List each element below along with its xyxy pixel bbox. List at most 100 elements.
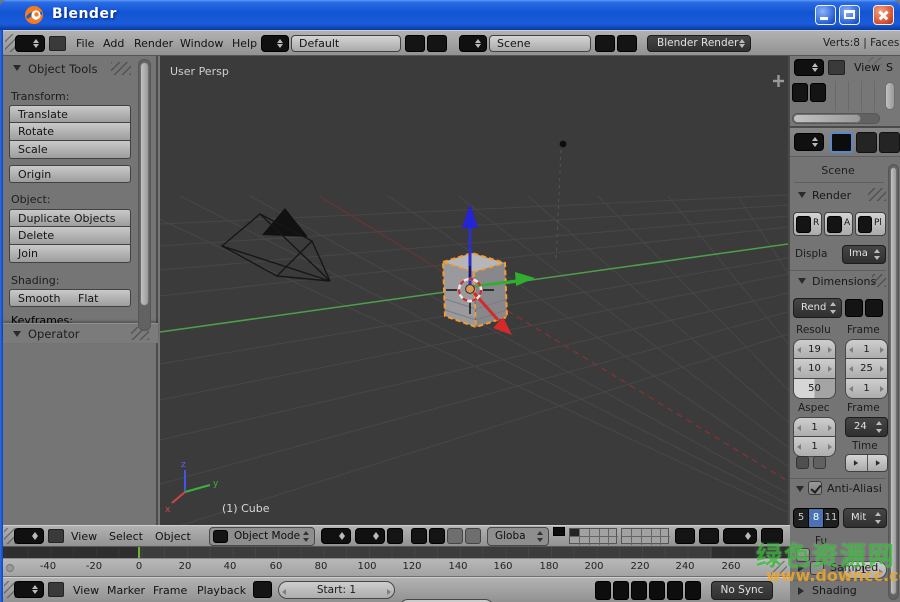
timeline-ruler[interactable]: -40 -20 0 20 40 60 80 100 120 140 160 18…: [3, 558, 790, 577]
snap-toggle[interactable]: [675, 528, 695, 544]
layer-lock-icon[interactable]: [553, 527, 565, 536]
aa-samples-5[interactable]: 5: [794, 509, 809, 527]
editor-type-dropdown[interactable]: [794, 59, 824, 76]
render-section-title[interactable]: Render: [812, 189, 851, 202]
panel-drag-hatch[interactable]: [868, 188, 886, 201]
translate-button[interactable]: Translate: [9, 105, 131, 123]
pivot-align-toggle[interactable]: [387, 528, 403, 544]
section-expand-icon[interactable]: [798, 587, 804, 595]
viewport-3d[interactable]: z y x User Persp (1) Cube: [160, 56, 788, 525]
layout-delete-button[interactable]: [427, 35, 447, 52]
view3d-menu-select[interactable]: Select: [109, 530, 143, 543]
fps-dropdown[interactable]: 24: [845, 417, 888, 437]
editor-type-dropdown[interactable]: [15, 35, 45, 52]
menu-add[interactable]: Add: [103, 37, 124, 50]
tab-scene[interactable]: [856, 132, 877, 153]
properties-scrollbar[interactable]: [888, 164, 899, 600]
editor-type-dropdown[interactable]: [14, 528, 44, 544]
aa-samples-11[interactable]: 11: [824, 509, 838, 527]
frame-start-field[interactable]: Start: 1: [278, 581, 395, 599]
scrollbar-thumb[interactable]: [890, 167, 897, 595]
outliner-menu-search[interactable]: S: [886, 61, 893, 74]
mode-dropdown[interactable]: Object Mode: [209, 527, 315, 546]
play-reverse-button[interactable]: [631, 581, 647, 600]
join-button[interactable]: Join: [9, 245, 131, 263]
panel-drag-hatch[interactable]: [111, 62, 131, 75]
menu-file[interactable]: File: [76, 37, 94, 50]
flat-button[interactable]: Flat: [70, 289, 131, 307]
frame-end-field[interactable]: 25: [845, 359, 888, 379]
layers-group-2[interactable]: [621, 528, 669, 544]
scrollbar-thumb[interactable]: [140, 62, 149, 306]
duplicate-objects-button[interactable]: Duplicate Objects: [9, 209, 131, 227]
layout-browse-dropdown[interactable]: [261, 35, 289, 52]
aspect-x-field[interactable]: 1: [793, 417, 836, 437]
display-dropdown[interactable]: Ima: [842, 245, 886, 264]
aspect-y-field[interactable]: 1: [793, 437, 836, 457]
editor-type-dropdown[interactable]: [14, 581, 44, 598]
section-collapse-icon[interactable]: [796, 486, 804, 492]
scene-add-button[interactable]: [595, 35, 615, 52]
menu-help[interactable]: Help: [232, 37, 257, 50]
active-layer-cell[interactable]: [570, 529, 579, 536]
delete-button[interactable]: Delete: [9, 227, 131, 245]
snap-element-button[interactable]: [699, 528, 719, 544]
menu-window[interactable]: Window: [180, 37, 223, 50]
sync-mode-dropdown[interactable]: No Sync: [711, 581, 773, 600]
view3d-menu-object[interactable]: Object: [155, 530, 191, 543]
tool-shelf-scrollbar[interactable]: [138, 59, 151, 331]
manipulator-toggle[interactable]: [411, 528, 427, 544]
section-collapse-icon[interactable]: [798, 192, 806, 198]
outliner-hscrollbar[interactable]: [792, 113, 880, 124]
border-checkbox[interactable]: [796, 456, 809, 469]
frame-start-field[interactable]: 1: [845, 339, 888, 359]
pivot-dropdown[interactable]: [355, 528, 385, 544]
scene-field[interactable]: Scene: [489, 35, 591, 52]
tool-shelf-panel-title[interactable]: Object Tools: [28, 62, 97, 76]
close-button[interactable]: [873, 5, 894, 25]
titlebar[interactable]: Blender: [0, 0, 900, 30]
timeline-menu-marker[interactable]: Marker: [107, 584, 145, 597]
render-play-button[interactable]: Pl: [855, 212, 886, 236]
engine-dropdown[interactable]: Blender Render: [647, 35, 751, 52]
snap-target-dropdown[interactable]: [723, 528, 757, 544]
outliner-vscrollbar[interactable]: [885, 82, 895, 110]
jump-end-button[interactable]: [685, 581, 701, 600]
preset-delete-button[interactable]: [865, 299, 883, 317]
tab-render-active[interactable]: [830, 132, 853, 153]
scale-button[interactable]: Scale: [9, 141, 131, 159]
timeline-menu-playback[interactable]: Playback: [197, 584, 246, 597]
time-remap-fields[interactable]: [845, 454, 888, 472]
resolution-x-field[interactable]: 19: [793, 339, 836, 359]
play-button[interactable]: [649, 581, 665, 600]
section-collapse-icon[interactable]: [798, 278, 806, 284]
outliner-item-icon[interactable]: [792, 83, 808, 102]
timeline-menu-view[interactable]: View: [73, 584, 99, 597]
view3d-menu-view[interactable]: View: [71, 530, 97, 543]
layers-group-1[interactable]: [569, 528, 617, 544]
operator-panel-title[interactable]: Operator: [28, 327, 79, 341]
antialias-checkbox[interactable]: [808, 481, 822, 495]
origin-button[interactable]: Origin: [9, 165, 131, 183]
header-collapse-icon[interactable]: [49, 36, 66, 51]
crop-checkbox[interactable]: [813, 456, 826, 469]
scene-delete-button[interactable]: [617, 35, 637, 52]
resolution-y-field[interactable]: 10: [793, 359, 836, 379]
layout-field[interactable]: Default: [291, 35, 401, 52]
next-keyframe-button[interactable]: [667, 581, 683, 600]
translate-manipulator-toggle[interactable]: [429, 528, 445, 544]
smooth-button[interactable]: Smooth: [9, 289, 71, 307]
viewport-shading-dropdown[interactable]: [321, 528, 351, 544]
header-icon[interactable]: [828, 60, 845, 75]
prev-keyframe-button[interactable]: [613, 581, 629, 600]
scene-browse-dropdown[interactable]: [459, 35, 487, 52]
antialias-section-title[interactable]: Anti-Aliasi: [827, 482, 882, 495]
shading-section-title[interactable]: Shading: [812, 584, 857, 597]
rotate-button[interactable]: Rotate: [9, 123, 131, 141]
aa-filter-dropdown[interactable]: Mit: [843, 508, 887, 528]
scale-manipulator-toggle[interactable]: [465, 528, 481, 544]
render-image-button[interactable]: R: [793, 212, 822, 236]
preset-add-button[interactable]: [845, 299, 863, 317]
render-presets-dropdown[interactable]: Rend: [793, 298, 842, 318]
header-icon[interactable]: [48, 529, 64, 543]
